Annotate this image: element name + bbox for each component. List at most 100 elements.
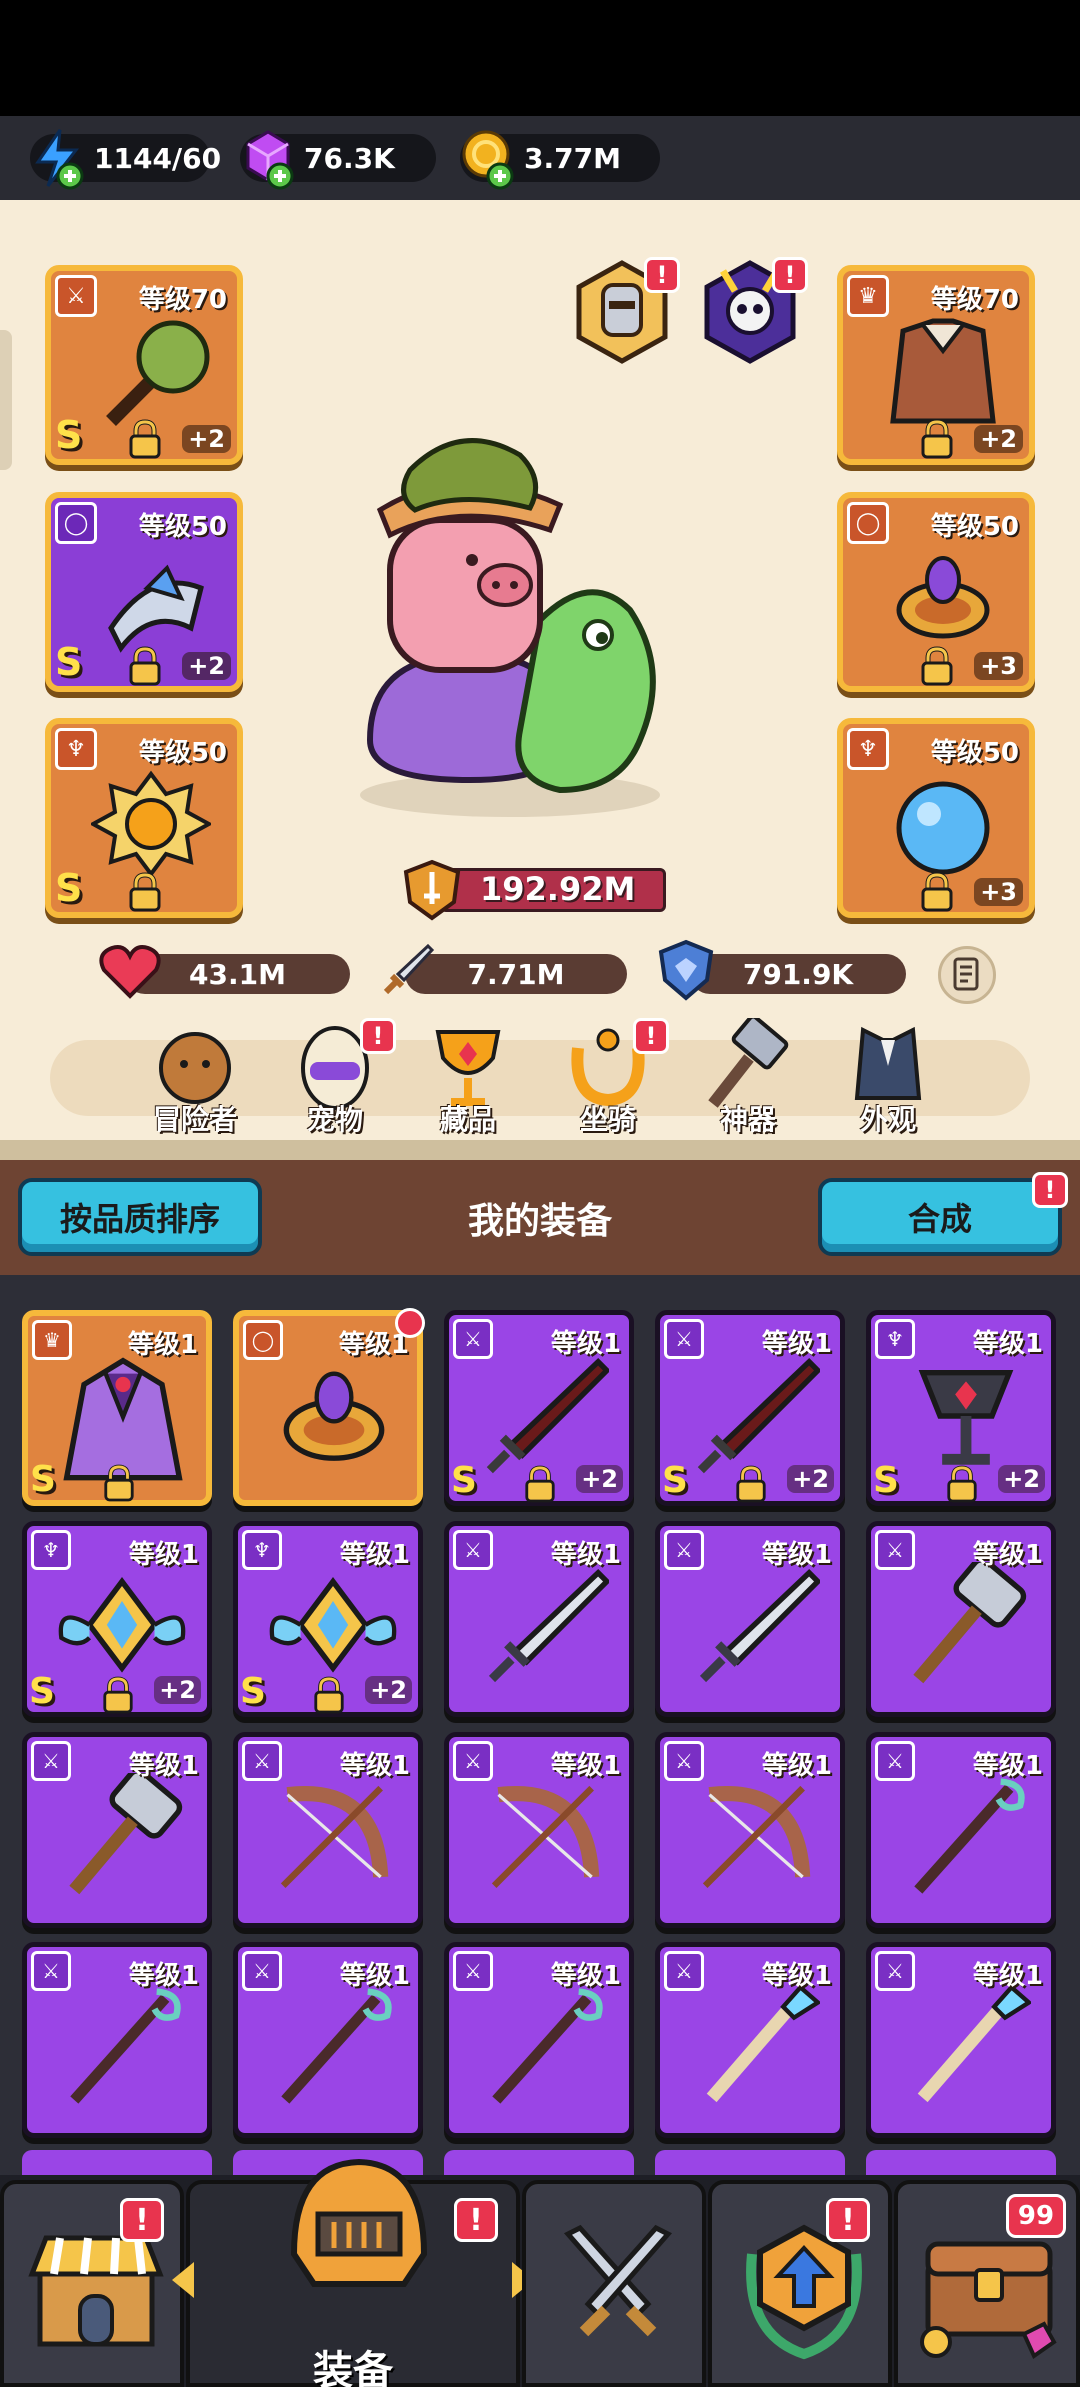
item-art bbox=[690, 1983, 822, 2113]
equipment-card[interactable]: ♆ 等级1 S +2 bbox=[22, 1521, 212, 1717]
item-plus: +2 bbox=[998, 1465, 1045, 1493]
item-level: 等级1 bbox=[761, 1540, 832, 1570]
equipment-card[interactable]: ⚔ 等级1 bbox=[655, 1521, 845, 1717]
item-grade: S bbox=[240, 1671, 266, 1712]
attack-sword-icon bbox=[383, 943, 435, 995]
gem-icon bbox=[246, 130, 294, 190]
item-level: 等级1 bbox=[128, 1540, 199, 1570]
defense-value: 791.9K bbox=[742, 957, 854, 991]
nav-artifact[interactable]: 神器 bbox=[693, 1014, 803, 1138]
hero-character[interactable] bbox=[330, 410, 680, 830]
item-level: 等级1 bbox=[339, 1751, 410, 1781]
item-level: 等级1 bbox=[550, 1329, 621, 1359]
equipment-card[interactable]: ⚔ 等级1 bbox=[444, 1732, 634, 1928]
nav-left-arrow-icon[interactable] bbox=[172, 2262, 194, 2298]
equipped-slot[interactable]: ♛ 等级70 +2 bbox=[837, 265, 1035, 465]
item-plus: +2 bbox=[154, 1676, 201, 1704]
tab-battle[interactable] bbox=[522, 2180, 706, 2387]
equipment-card[interactable]: ⚔ 等级1 bbox=[444, 1521, 634, 1717]
item-art bbox=[690, 1562, 822, 1692]
side-handle[interactable] bbox=[0, 330, 12, 470]
gold-value: 3.77M bbox=[524, 141, 621, 175]
resource-bar: 1144/60 76.3K 3.77M bbox=[0, 116, 1080, 200]
skull-alert-badge: ! bbox=[772, 257, 808, 293]
equipped-slot[interactable]: ◯ 等级50 S +2 bbox=[45, 492, 243, 692]
equipped-slot[interactable]: ⚔ 等级70 S +2 bbox=[45, 265, 243, 465]
equipment-card[interactable]: ◯ 等级1 bbox=[233, 1308, 425, 1506]
crossed-swords-icon bbox=[563, 2224, 673, 2337]
equipment-card[interactable]: ⚔ 等级1 bbox=[22, 1732, 212, 1928]
item-level: 等级1 bbox=[972, 1329, 1043, 1359]
equipment-card[interactable]: ⚔ 等级1 bbox=[233, 1942, 423, 2138]
tab-equipment[interactable]: 装备 ! bbox=[172, 2158, 534, 2387]
item-grade: S bbox=[662, 1460, 688, 1501]
equipment-card[interactable]: ⚔ 等级1 bbox=[866, 1732, 1056, 1928]
item-art bbox=[91, 538, 211, 658]
equipped-slot[interactable]: ♆ 等级50 +3 bbox=[837, 718, 1035, 918]
gold-counter[interactable]: 3.77M bbox=[460, 130, 660, 190]
lock-icon bbox=[102, 1464, 136, 1502]
equipment-card[interactable]: ⚔ 等级1 bbox=[655, 1942, 845, 2138]
equipment-card[interactable]: ⚔ 等级1 S +2 bbox=[655, 1310, 845, 1506]
equipment-card[interactable]: ⚔ 等级1 bbox=[22, 1942, 212, 2138]
equipped-slot[interactable]: ◯ 等级50 +3 bbox=[837, 492, 1035, 692]
stats-detail-button[interactable] bbox=[938, 946, 996, 1004]
item-level: 等级1 bbox=[761, 1751, 832, 1781]
power-value: 192.92M bbox=[480, 870, 636, 908]
new-item-gem-icon bbox=[395, 1308, 425, 1338]
pet-alert-badge: ! bbox=[360, 1018, 396, 1054]
item-art bbox=[88, 764, 214, 884]
hp-value: 43.1M bbox=[189, 957, 286, 991]
equipment-tab-label: 装备 bbox=[313, 2348, 393, 2387]
nav-mount[interactable]: 坐骑! bbox=[553, 1018, 669, 1138]
equipped-slot[interactable]: ♆ 等级50 S bbox=[45, 718, 243, 918]
lock-icon bbox=[734, 1465, 768, 1503]
nav-pet[interactable]: 宠物! bbox=[280, 1018, 396, 1138]
nav-adventurer[interactable]: 冒险者 bbox=[140, 1018, 250, 1138]
equipment-card[interactable]: ⚔ 等级1 bbox=[233, 1732, 423, 1928]
attack-stat: 7.71M bbox=[405, 954, 627, 994]
merge-label: 合成 bbox=[907, 1200, 972, 1238]
equipment-card[interactable]: ⚔ 等级1 bbox=[655, 1732, 845, 1928]
equipment-card[interactable]: ⚔ 等级1 bbox=[444, 1942, 634, 2138]
heart-icon bbox=[99, 945, 161, 999]
item-grade: S bbox=[451, 1460, 477, 1501]
document-icon bbox=[953, 957, 979, 991]
gem-counter[interactable]: 76.3K bbox=[240, 130, 436, 190]
nav-appearance[interactable]: 外观 bbox=[833, 1018, 943, 1138]
equipment-card[interactable]: ♆ 等级1 S +2 bbox=[233, 1521, 423, 1717]
item-level: 等级1 bbox=[972, 1540, 1043, 1570]
item-art bbox=[268, 1983, 398, 2113]
item-art bbox=[901, 1773, 1031, 1903]
pig-on-turtle-image bbox=[360, 438, 660, 817]
tab-upgrade[interactable]: ! bbox=[708, 2180, 892, 2387]
equipment-card[interactable]: ⚔ 等级1 bbox=[866, 1521, 1056, 1717]
nav-collection[interactable]: 藏品 bbox=[413, 1018, 523, 1138]
item-art bbox=[901, 1557, 1031, 1692]
nav-label: 外观 bbox=[859, 1103, 916, 1136]
treasure-chest-icon bbox=[920, 2241, 1057, 2360]
merge-button[interactable]: 合成 bbox=[818, 1178, 1062, 1256]
lock-icon bbox=[945, 1465, 979, 1503]
equipment-card[interactable]: ⚔ 等级1 S +2 bbox=[444, 1310, 634, 1506]
item-grade: S bbox=[873, 1460, 899, 1501]
item-art bbox=[479, 1351, 611, 1481]
energy-counter[interactable]: 1144/60 bbox=[30, 129, 221, 190]
tab-shop[interactable]: ! bbox=[0, 2180, 184, 2387]
equipment-card[interactable]: ♛ 等级1 S bbox=[22, 1310, 212, 1506]
item-level: 等级1 bbox=[128, 1751, 199, 1781]
item-grade: S bbox=[55, 413, 83, 457]
item-level: 等级1 bbox=[550, 1540, 621, 1570]
equipment-card[interactable]: ⚔ 等级1 bbox=[866, 1942, 1056, 2138]
knight-portrait-button[interactable]: ! bbox=[565, 255, 680, 370]
tab-treasure[interactable]: 99 bbox=[894, 2180, 1080, 2387]
skull-portrait-button[interactable]: ! bbox=[693, 255, 808, 370]
sort-by-quality-button[interactable]: 按品质排序 bbox=[18, 1178, 262, 1256]
combat-power: 192.92M bbox=[400, 858, 670, 921]
nav-label: 冒险者 bbox=[152, 1103, 237, 1136]
mount-alert-badge: ! bbox=[633, 1018, 669, 1054]
attack-value: 7.71M bbox=[467, 957, 565, 991]
item-grade: S bbox=[30, 1459, 56, 1500]
equipment-card[interactable]: ♆ 等级1 S +2 bbox=[866, 1310, 1056, 1506]
item-grade: S bbox=[55, 866, 83, 910]
